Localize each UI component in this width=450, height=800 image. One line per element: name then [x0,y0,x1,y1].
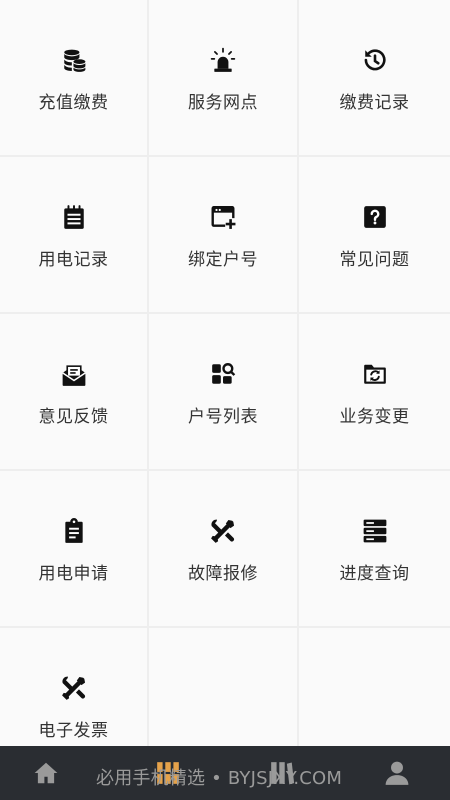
folder-sync-icon [361,360,389,388]
menu-item-e-invoice[interactable]: 电子发票 [0,628,149,746]
menu-item-bind-account[interactable]: 绑定户号 [149,157,299,314]
empty-tile [299,628,450,746]
mail-open-icon [60,360,88,388]
question-box-icon [361,203,389,231]
menu-item-label: 户号列表 [188,407,258,427]
watermark-text: 必用手机精选 • BYJSJXY.COM [96,768,343,789]
menu-item-label: 业务变更 [339,407,410,427]
alarm-light-icon [209,46,237,74]
menu-item-label: 绑定户号 [188,250,258,270]
menu-item-business-change[interactable]: 业务变更 [299,314,450,471]
menu-item-label: 缴费记录 [339,93,410,113]
server-icon [361,517,389,545]
menu-item-label: 用电记录 [38,250,109,270]
menu-item-label: 进度查询 [339,564,410,584]
tab-home[interactable] [26,746,66,800]
tab-profile[interactable] [377,746,417,800]
menu-item-faq[interactable]: 常见问题 [299,157,450,314]
menu-item-fault-repair[interactable]: 故障报修 [149,471,299,628]
tools-icon [60,674,88,702]
menu-item-label: 常见问题 [339,250,410,270]
menu-item-account-list[interactable]: 户号列表 [149,314,299,471]
service-grid: 充值缴费 服务网点 缴费记录 用电记录 绑定户号 常见问题 意见反馈 户号列表 … [0,0,450,746]
menu-item-recharge[interactable]: 充值缴费 [0,0,149,157]
menu-item-label: 服务网点 [188,93,258,113]
menu-item-power-application[interactable]: 用电申请 [0,471,149,628]
menu-item-service-outlets[interactable]: 服务网点 [149,0,299,157]
coins-icon [60,46,88,74]
notepad-icon [60,203,88,231]
menu-item-usage-records[interactable]: 用电记录 [0,157,149,314]
window-add-icon [209,203,237,231]
home-icon [33,760,59,786]
menu-item-label: 电子发票 [38,721,109,741]
empty-tile [149,628,299,746]
history-icon [361,46,389,74]
clipboard-icon [60,517,88,545]
tools-icon [209,517,237,545]
menu-item-label: 充值缴费 [38,93,109,113]
menu-item-label: 意见反馈 [38,407,109,427]
menu-item-label: 故障报修 [188,564,258,584]
person-icon [384,760,410,786]
menu-item-label: 用电申请 [38,564,109,584]
menu-item-progress-query[interactable]: 进度查询 [299,471,450,628]
menu-item-payment-history[interactable]: 缴费记录 [299,0,450,157]
menu-item-feedback[interactable]: 意见反馈 [0,314,149,471]
apps-search-icon [209,360,237,388]
bottom-tab-bar: 必用手机精选 • BYJSJXY.COM [0,746,450,800]
